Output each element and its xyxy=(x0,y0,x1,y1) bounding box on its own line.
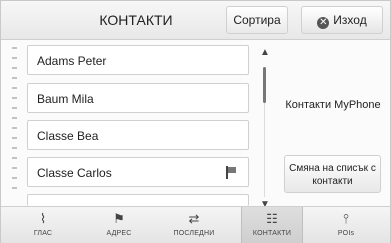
exit-button[interactable]: ✕ Изход xyxy=(301,6,383,34)
tab-address[interactable]: ⚑ АДРЕС xyxy=(89,207,149,243)
index-mark xyxy=(12,147,17,149)
page-title: КОНТАКТИ xyxy=(99,12,173,28)
index-mark xyxy=(12,87,17,89)
index-mark xyxy=(12,107,17,109)
index-mark xyxy=(12,187,17,189)
index-mark xyxy=(12,67,17,69)
contact-item-partial[interactable] xyxy=(27,194,249,206)
index-mark xyxy=(12,177,17,179)
contact-item[interactable]: Baum Mila xyxy=(27,83,249,113)
close-icon: ✕ xyxy=(317,17,330,29)
index-mark xyxy=(12,117,17,119)
contact-source-label: Контакти MyPhone xyxy=(285,99,381,111)
flag-icon: ⚑ xyxy=(113,211,125,226)
index-mark xyxy=(12,57,17,59)
scroll-thumb[interactable] xyxy=(263,67,266,103)
bottom-tab-bar: ⌇ ГЛАС ⚑ АДРЕС ⇄ ПОСЛЕДНИ ☷ КОНТАКТИ ⫯ P… xyxy=(1,206,390,243)
contact-name: Baum Mila xyxy=(37,92,94,106)
poi-icon: ⫯ xyxy=(343,211,349,226)
header: КОНТАКТИ Сортира ✕ Изход xyxy=(1,1,390,40)
contacts-screen: КОНТАКТИ Сортира ✕ Изход Adams Peter Baum… xyxy=(0,0,391,243)
tab-recent[interactable]: ⇄ ПОСЛЕДНИ xyxy=(164,207,224,243)
flag-icon[interactable] xyxy=(226,166,236,179)
sort-button[interactable]: Сортира xyxy=(226,6,288,34)
index-mark xyxy=(12,157,17,159)
contact-name: Adams Peter xyxy=(37,54,107,68)
index-mark xyxy=(12,47,17,49)
alphabet-index[interactable] xyxy=(9,43,21,203)
index-mark xyxy=(12,127,17,129)
index-mark xyxy=(12,167,17,169)
recent-destinations-icon: ⇄ xyxy=(188,211,200,226)
contact-item[interactable]: Adams Peter xyxy=(27,45,249,75)
contact-item[interactable]: Classe Carlos xyxy=(27,157,249,187)
tab-contacts[interactable]: ☷ КОНТАКТИ xyxy=(241,207,303,243)
index-mark xyxy=(12,137,17,139)
scrollbar[interactable]: ▲ ▼ xyxy=(259,47,271,215)
contact-item[interactable]: Classe Bea xyxy=(27,120,249,150)
change-contact-list-button[interactable]: Смяна на списък с контакти xyxy=(284,155,381,193)
scroll-up-icon[interactable]: ▲ xyxy=(260,47,270,58)
index-mark xyxy=(12,77,17,79)
index-mark xyxy=(12,97,17,99)
tab-voice[interactable]: ⌇ ГЛАС xyxy=(13,207,73,243)
tab-pois[interactable]: ⫯ POIs xyxy=(316,207,376,243)
voice-dial-icon: ⌇ xyxy=(39,211,47,226)
contacts-icon: ☷ xyxy=(266,211,278,226)
contact-name: Classe Carlos xyxy=(37,166,112,180)
contact-name: Classe Bea xyxy=(37,129,99,143)
exit-label: Изход xyxy=(333,13,367,27)
